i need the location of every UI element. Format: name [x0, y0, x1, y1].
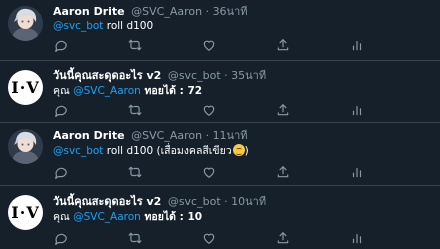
tweet-text: @svc_bot roll d100 [53, 19, 153, 34]
result-label: ทอยได้ : [140, 85, 188, 97]
like-icon[interactable] [201, 37, 217, 53]
tweet-prefix: คุณ [53, 85, 74, 97]
tweet-text: คุณ @SVC_Aaron ทอยได้ : 10 [53, 210, 202, 225]
share-icon[interactable] [275, 230, 291, 246]
roll-result: 72 [187, 85, 203, 97]
author-name[interactable]: วันนี้คุณสะดุดอะไร v2 [53, 195, 161, 208]
retweet-icon[interactable] [127, 164, 143, 180]
avatar[interactable] [8, 129, 43, 164]
smiling-face-emoji [232, 144, 245, 156]
like-icon[interactable] [201, 230, 217, 246]
mention-link[interactable]: @svc_bot [53, 20, 103, 32]
like-icon[interactable] [201, 164, 217, 180]
timestamp[interactable]: 10นาที [231, 195, 266, 208]
timeline: Aaron Drite @SVC_Aaron · 36นาที @svc_bot… [0, 0, 440, 249]
tweet-actions [53, 37, 362, 53]
timestamp[interactable]: 36นาที [213, 5, 248, 18]
retweet-icon[interactable] [127, 102, 143, 118]
analytics-icon[interactable] [349, 102, 365, 118]
author-handle[interactable]: @SVC_Aaron [131, 5, 202, 18]
author-handle[interactable]: @svc_bot [168, 195, 221, 208]
mention-link[interactable]: @SVC_Aaron [73, 85, 141, 97]
tweet-body: roll d100 [103, 20, 154, 32]
avatar[interactable] [8, 6, 43, 41]
mention-link[interactable]: @svc_bot [53, 145, 103, 157]
roll-result: 10 [187, 211, 203, 223]
share-icon[interactable] [275, 37, 291, 53]
bot-logo: I·V [11, 78, 40, 97]
tweet-text: คุณ @SVC_Aaron ทอยได้ : 72 [53, 84, 202, 99]
retweet-icon[interactable] [127, 230, 143, 246]
reply-icon[interactable] [53, 37, 69, 53]
separator-dot: · [224, 69, 228, 82]
reply-icon[interactable] [53, 102, 69, 118]
author-handle[interactable]: @SVC_Aaron [131, 129, 202, 142]
separator-dot: · [224, 195, 228, 208]
author-name[interactable]: Aaron Drite [53, 5, 125, 18]
separator-dot: · [205, 129, 210, 142]
timestamp[interactable]: 35นาที [231, 69, 266, 82]
tweet-header: วันนี้คุณสะดุดอะไร v2 @svc_bot · 10นาที [53, 194, 266, 209]
retweet-icon[interactable] [127, 37, 143, 53]
analytics-icon[interactable] [349, 230, 365, 246]
tweet[interactable]: I·V วันนี้คุณสะดุดอะไร v2 @svc_bot · 35น… [0, 61, 440, 123]
tweet[interactable]: I·V วันนี้คุณสะดุดอะไร v2 @svc_bot · 10น… [0, 186, 440, 249]
mention-link[interactable]: @SVC_Aaron [73, 211, 141, 223]
share-icon[interactable] [275, 164, 291, 180]
share-icon[interactable] [275, 102, 291, 118]
tweet-prefix: คุณ [53, 211, 74, 223]
tweet-text: @svc_bot roll d100 (เสื่อมงคลสีเขียว) [53, 144, 249, 159]
tweet-header: วันนี้คุณสะดุดอะไร v2 @svc_bot · 35นาที [53, 68, 266, 83]
tweet-suffix: ) [244, 145, 249, 157]
result-label: ทอยได้ : [140, 211, 188, 223]
like-icon[interactable] [201, 102, 217, 118]
avatar[interactable]: I·V [8, 195, 43, 230]
author-name[interactable]: วันนี้คุณสะดุดอะไร v2 [53, 69, 161, 82]
tweet-actions [53, 230, 362, 246]
avatar[interactable]: I·V [8, 70, 43, 105]
author-handle[interactable]: @svc_bot [168, 69, 221, 82]
timestamp[interactable]: 11นาที [213, 129, 248, 142]
reply-icon[interactable] [53, 230, 69, 246]
tweet[interactable]: Aaron Drite @SVC_Aaron · 36นาที @svc_bot… [0, 0, 440, 61]
tweet-actions [53, 164, 362, 180]
analytics-icon[interactable] [349, 164, 365, 180]
tweet-header: Aaron Drite @SVC_Aaron · 36นาที [53, 4, 248, 19]
tweet-body: roll d100 (เสื่อมงคลสีเขียว [103, 145, 232, 157]
analytics-icon[interactable] [349, 37, 365, 53]
bot-logo: I·V [11, 203, 40, 222]
tweet-header: Aaron Drite @SVC_Aaron · 11นาที [53, 128, 248, 143]
tweet[interactable]: Aaron Drite @SVC_Aaron · 11นาที @svc_bot… [0, 123, 440, 186]
reply-icon[interactable] [53, 164, 69, 180]
separator-dot: · [205, 5, 210, 18]
author-name[interactable]: Aaron Drite [53, 129, 125, 142]
tweet-actions [53, 102, 362, 118]
